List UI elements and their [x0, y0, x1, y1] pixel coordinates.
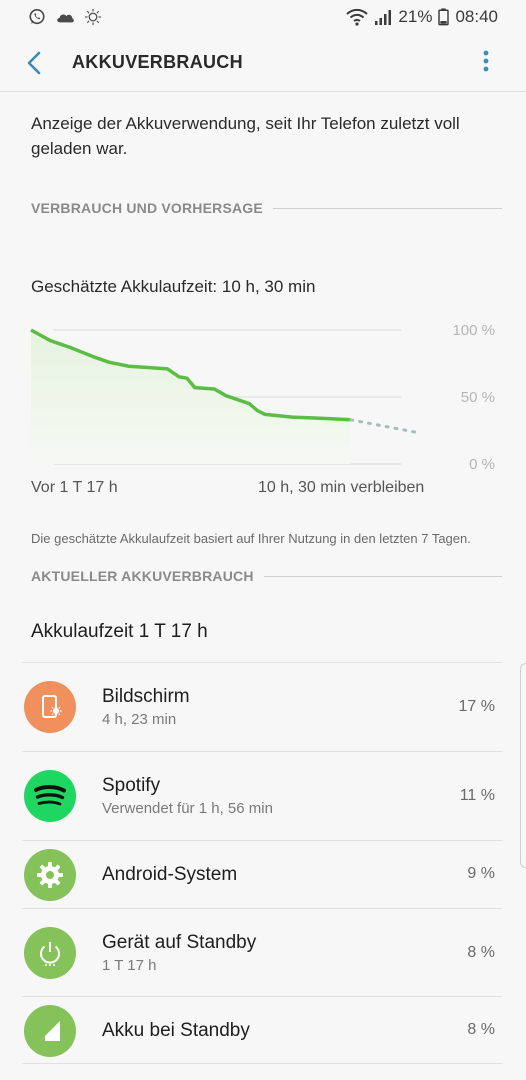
app-bar: AKKUVERBRAUCH	[0, 34, 526, 90]
list-item-akku-standby[interactable]: Akku bei Standby 8 %	[0, 997, 526, 1065]
section-rule	[272, 207, 502, 209]
whatsapp-icon	[29, 8, 45, 25]
battery-percent: 21%	[398, 7, 433, 26]
cloud-icon	[57, 14, 74, 23]
list-item-bildschirm[interactable]: Bildschirm 4 h, 23 min 17 %	[0, 663, 526, 751]
power-standby-icon	[40, 942, 60, 966]
app-name: Android-System	[102, 864, 238, 885]
app-usage-percent: 17 %	[458, 698, 495, 715]
notification-icons	[28, 8, 102, 26]
wifi-icon	[346, 8, 369, 26]
app-usage-percent: 11 %	[459, 787, 495, 804]
gear-hole	[46, 871, 54, 879]
app-usage-percent: 8 %	[467, 1021, 495, 1038]
system-indicators: 21% 08:40	[346, 7, 498, 27]
y-tick-label: 50 %	[461, 389, 495, 406]
section-title-current: AKTUELLER AKKUVERBRAUCH	[31, 568, 254, 584]
spotify-icon	[34, 785, 66, 806]
forecast-line	[349, 418, 423, 435]
app-usage-time: 4 h, 23 min	[102, 711, 177, 728]
more-options-icon[interactable]	[478, 48, 494, 74]
signal-standby-icon	[40, 1021, 60, 1041]
app-name: Akku bei Standby	[102, 1020, 250, 1041]
section-rule	[263, 575, 502, 577]
estimated-runtime: Geschätzte Akkulaufzeit: 10 h, 30 min	[31, 277, 316, 296]
list-divider	[22, 1063, 502, 1064]
app-name: Spotify	[102, 775, 161, 796]
page-title: AKKUVERBRAUCH	[72, 52, 243, 72]
chart-end-label: 10 h, 30 min verbleiben	[258, 479, 425, 496]
section-title-forecast: VERBRAUCH UND VORHERSAGE	[31, 200, 263, 216]
header-divider	[0, 91, 526, 92]
app-icon-container	[24, 681, 76, 733]
footnote: Die geschätzte Akkulaufzeit basiert auf …	[31, 531, 471, 546]
signal-icon	[375, 10, 392, 25]
app-usage-percent: 8 %	[467, 944, 495, 961]
battery-usage-chart: 100 % 50 % 0 %	[30, 322, 495, 473]
y-tick-label: 0 %	[469, 456, 495, 473]
back-arrow-icon[interactable]	[22, 50, 48, 76]
chart-start-label: Vor 1 T 17 h	[31, 479, 118, 496]
edge-panel-handle[interactable]	[520, 663, 526, 868]
app-icon-container	[24, 1005, 76, 1057]
y-tick-label: 100 %	[452, 322, 495, 339]
y-axis-ticks: 100 % 50 % 0 %	[452, 322, 495, 473]
list-item-geraet-standby[interactable]: Gerät auf Standby 1 T 17 h 8 %	[0, 909, 526, 997]
app-usage-time: Verwendet für 1 h, 56 min	[102, 800, 273, 817]
list-item-android-system[interactable]: Android-System 9 %	[0, 841, 526, 909]
battery-icon	[438, 8, 450, 26]
sun-icon	[84, 8, 102, 26]
app-name: Gerät auf Standby	[102, 932, 257, 953]
intro-text: Anzeige der Akkuverwendung, seit Ihr Tel…	[31, 114, 460, 158]
status-bar: 21% 08:40	[0, 0, 526, 34]
section-header-forecast: VERBRAUCH UND VORHERSAGE	[31, 198, 502, 218]
app-name: Bildschirm	[102, 686, 190, 707]
app-usage-time: 1 T 17 h	[102, 957, 157, 974]
app-usage-percent: 9 %	[467, 865, 495, 882]
app-icon-container	[24, 927, 76, 979]
display-brightness-icon	[42, 695, 62, 718]
app-icon-container	[24, 849, 76, 901]
clock: 08:40	[455, 7, 498, 26]
total-runtime: Akkulaufzeit 1 T 17 h	[31, 621, 208, 642]
app-icon-container	[24, 770, 76, 822]
gear-icon	[37, 862, 63, 888]
section-header-current: AKTUELLER AKKUVERBRAUCH	[31, 566, 502, 586]
list-item-spotify[interactable]: Spotify Verwendet für 1 h, 56 min 11 %	[0, 752, 526, 840]
